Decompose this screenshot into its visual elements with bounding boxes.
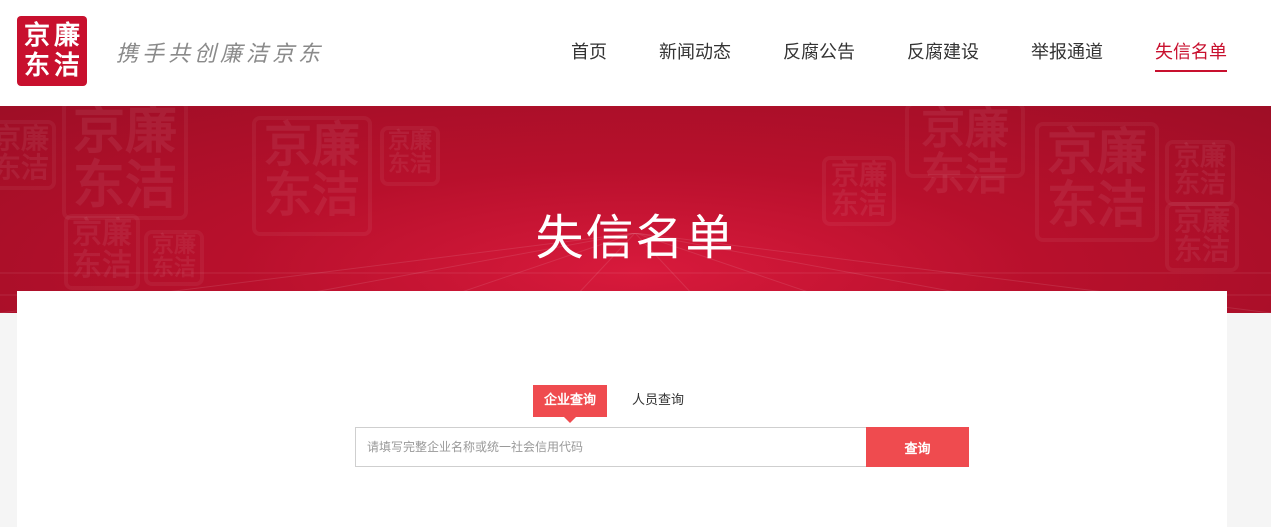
jd-lianjie-logo[interactable]: 京 廉 东 洁 (17, 16, 87, 86)
page-title: 失信名单 (535, 210, 736, 266)
search-card: 企业查询 人员查询 查询 (17, 291, 1227, 527)
nav-item-report-channel[interactable]: 举报通道 (1031, 38, 1103, 72)
logo-char: 东 (23, 51, 50, 81)
watermark-logo: 京廉 东洁 (1165, 140, 1235, 206)
nav-item-news[interactable]: 新闻动态 (659, 38, 731, 72)
search-button[interactable]: 查询 (866, 427, 969, 467)
slogan: 携手共创廉洁京东 (116, 42, 325, 67)
logo-char: 京 (23, 21, 50, 51)
nav-item-blacklist[interactable]: 失信名单 (1155, 38, 1227, 72)
watermark-logo: 京廉 东洁 (905, 106, 1025, 198)
logo-char: 洁 (53, 51, 80, 81)
tab-person-search[interactable]: 人员查询 (621, 385, 695, 417)
nav-item-anticorruption-building[interactable]: 反腐建设 (907, 38, 979, 72)
nav-item-home[interactable]: 首页 (571, 38, 607, 72)
tab-company-search[interactable]: 企业查询 (533, 385, 608, 423)
main-nav: 首页 新闻动态 反腐公告 反腐建设 举报通道 失信名单 (519, 38, 1227, 72)
page-banner: 京廉 东洁 京廉 东洁 京廉 东洁 京廉 东洁 京廉 东洁 京廉 东洁 京廉 东洁 京廉 东洁 … (0, 106, 1271, 313)
site-header: 京 廉 东 洁 携手共创廉洁京东 首页 新闻动态 反腐公告 反腐建设 举报通道 … (0, 0, 1271, 106)
nav-item-anticorruption-notice[interactable]: 反腐公告 (783, 38, 855, 72)
watermark-logo: 京廉 东洁 (380, 126, 440, 186)
search-type-tabs: 企业查询 人员查询 (533, 385, 695, 423)
watermark-logo: 京廉 东洁 (0, 120, 56, 190)
search-bar: 查询 (355, 427, 969, 467)
search-input[interactable] (355, 427, 866, 467)
logo-char: 廉 (53, 21, 80, 51)
